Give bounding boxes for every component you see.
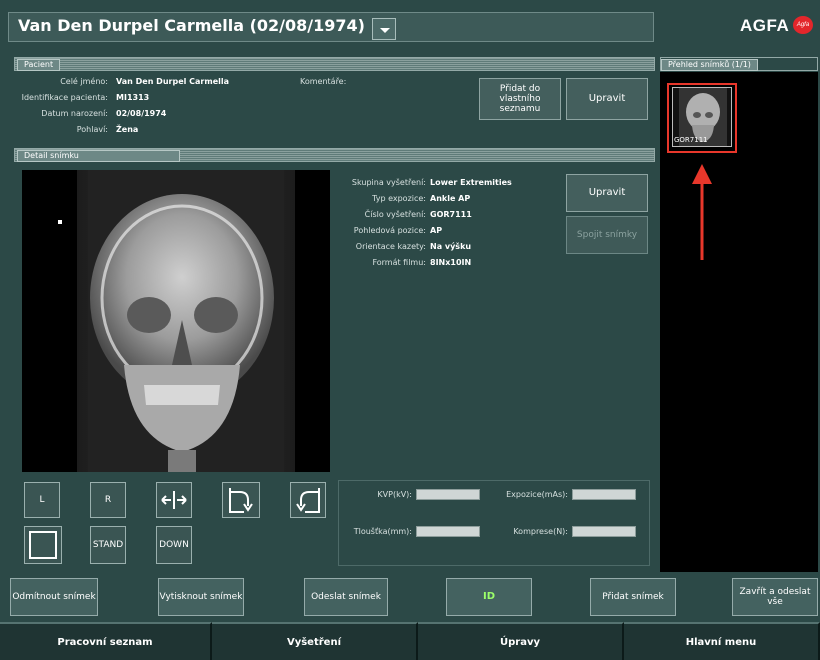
field-label-film-format: Formát filmu: [372,258,426,267]
field-value-film-format: 8INx10IN [430,258,472,267]
mas-label: Expozice(mAs): [506,490,568,499]
rotate-clockwise-icon [229,488,253,513]
rotate-counterclockwise-icon [296,488,320,513]
field-label-exposure-type: Typ expozice: [372,194,426,203]
stand-button[interactable]: STAND [90,526,126,564]
field-value-cassette-orientation: Na výšku [430,242,472,251]
field-value-birth-date: 02/08/1974 [116,109,167,118]
window-title: Van Den Durpel Carmella (02/08/1974) [18,16,365,35]
field-label-exam-group: Skupina vyšetření: [351,178,426,187]
field-label-cassette-orientation: Orientace kazety: [355,242,426,251]
id-button[interactable]: ID [446,578,532,616]
compression-field[interactable] [572,526,636,537]
xray-image-viewer[interactable] [22,170,330,472]
edit-image-button[interactable]: Upravit [566,174,648,212]
overview-section-title: Přehled snímků (1/1) [661,59,758,71]
thickness-field[interactable] [416,526,480,537]
overview-section-header: Přehled snímků (1/1) [660,57,818,71]
kvp-label: KVP(kV): [377,490,412,499]
red-arrow-annotation [692,164,712,260]
skull-xray-image [58,170,295,472]
thumbnail-label: GOR7111 [674,136,708,144]
add-to-own-list-button[interactable]: Přidat do vlastního seznamu [479,78,561,120]
mas-field[interactable] [572,489,636,500]
patient-dropdown-button[interactable] [372,18,396,40]
join-images-button[interactable]: Spojit snímky [566,216,648,254]
square-frame-icon [29,531,57,559]
field-label-view-position: Pohledová pozice: [353,226,426,235]
right-marker-button[interactable]: R [90,482,126,518]
field-value-exam-group: Lower Extremities [430,178,512,187]
reject-image-button[interactable]: Odmítnout snímek [10,578,98,616]
field-value-view-position: AP [430,226,443,235]
close-and-send-all-button[interactable]: Zavřít a odeslat vše [732,578,818,616]
field-value-patient-id: MI1313 [116,93,150,102]
field-label-sex: Pohlaví: [76,125,108,134]
flip-horizontal-icon [161,491,187,509]
field-value-full-name: Van Den Durpel Carmella [116,77,229,86]
down-button[interactable]: DOWN [156,526,192,564]
flip-horizontal-button[interactable] [156,482,192,518]
image-detail-section-title: Detail snímku [17,150,180,162]
image-detail-section-header: Detail snímku [14,148,655,162]
agfa-logo: AGFA [740,16,790,35]
field-value-exam-number: GOR7111 [430,210,472,219]
field-value-exposure-type: Ankle AP [430,194,471,203]
patient-section-title: Pacient [17,59,61,71]
compression-label: Komprese(N): [513,527,568,536]
tab-edits[interactable]: Úpravy [418,622,624,660]
field-label-patient-id: Identifikace pacienta: [21,93,108,102]
left-marker-button[interactable]: L [24,482,60,518]
patient-section-header: Pacient [14,57,655,71]
thickness-label: Tloušťka(mm): [353,527,412,536]
field-label-birth-date: Datum narození: [41,109,108,118]
tab-examination[interactable]: Vyšetření [212,622,418,660]
tab-worklist[interactable]: Pracovní seznam [0,622,212,660]
comments-label: Komentáře: [300,77,347,86]
print-image-button[interactable]: Vytisknout snímek [158,578,244,616]
rotate-clockwise-button[interactable] [222,482,260,518]
field-label-exam-number: Číslo vyšetření: [364,210,426,219]
rotate-counterclockwise-button[interactable] [290,482,326,518]
field-label-full-name: Celé jméno: [60,77,108,86]
frame-toggle-button[interactable] [24,526,62,564]
field-value-sex: Žena [116,125,139,134]
edit-patient-button[interactable]: Upravit [566,78,648,120]
image-thumbnail[interactable]: GOR7111 [672,87,732,147]
add-image-button[interactable]: Přidat snímek [590,578,676,616]
agfa-badge-icon: Agfa [793,16,813,34]
tab-main-menu[interactable]: Hlavní menu [624,622,820,660]
kvp-field[interactable] [416,489,480,500]
send-image-button[interactable]: Odeslat snímek [304,578,388,616]
